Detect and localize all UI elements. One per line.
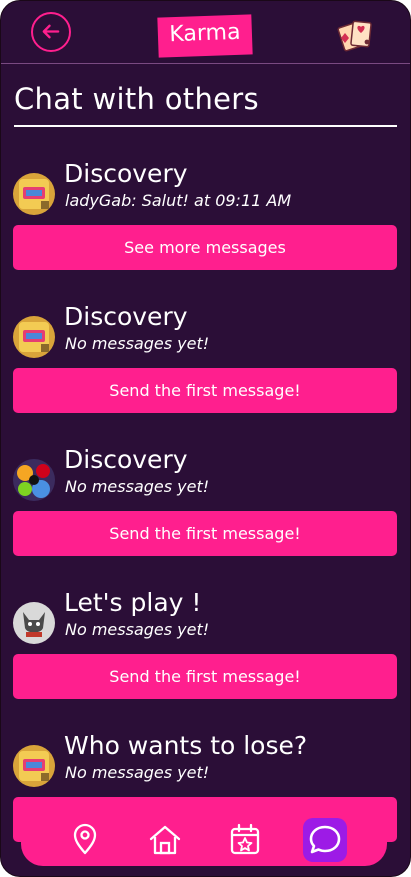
nav-events-button[interactable] xyxy=(223,818,267,862)
back-button[interactable] xyxy=(31,12,71,52)
chat-item: Discovery ladyGab: Salut! at 09:11 AM Se… xyxy=(1,157,410,277)
nav-home-button[interactable] xyxy=(143,818,187,862)
chat-last-message: No messages yet! xyxy=(65,477,210,496)
home-icon xyxy=(149,825,181,855)
bottom-nav xyxy=(21,814,387,866)
chat-last-message: ladyGab: Salut! at 09:11 AM xyxy=(65,191,292,210)
nav-chat-button[interactable] xyxy=(303,818,347,862)
send-first-message-button[interactable]: Send the first message! xyxy=(13,511,397,556)
chat-name: Discovery xyxy=(64,302,188,331)
chat-name: Let's play ! xyxy=(64,588,202,617)
game-box-avatar[interactable] xyxy=(13,745,55,787)
send-first-message-button[interactable]: Send the first message! xyxy=(13,654,397,699)
page-title: Chat with others xyxy=(14,82,259,116)
dog-avatar[interactable] xyxy=(13,602,55,644)
chat-last-message: No messages yet! xyxy=(65,334,210,353)
karma-logo: Karma xyxy=(157,14,253,58)
chat-last-message: No messages yet! xyxy=(65,620,210,639)
chat-item: Let's play ! No messages yet! Send the f… xyxy=(1,586,410,706)
chat-last-message: No messages yet! xyxy=(65,763,210,782)
logo-text: Karma xyxy=(168,19,241,48)
map-pin-icon xyxy=(73,823,97,855)
playing-cards-icon[interactable] xyxy=(337,18,379,52)
send-first-message-button[interactable]: Send the first message! xyxy=(13,368,397,413)
top-bar: Karma xyxy=(1,1,410,64)
see-more-messages-button[interactable]: See more messages xyxy=(13,225,397,270)
chat-name: Who wants to lose? xyxy=(64,731,308,760)
title-divider xyxy=(14,125,397,127)
game-box-avatar[interactable] xyxy=(13,173,55,215)
chat-name: Discovery xyxy=(64,159,188,188)
calendar-star-icon xyxy=(230,823,260,855)
game-box-avatar[interactable] xyxy=(13,316,55,358)
colorful-game-avatar[interactable] xyxy=(13,459,55,501)
arrow-left-circle-icon xyxy=(42,24,60,39)
chat-name: Discovery xyxy=(64,445,188,474)
chat-item: Discovery No messages yet! Send the firs… xyxy=(1,300,410,420)
nav-map-button[interactable] xyxy=(63,818,107,862)
chat-item: Discovery No messages yet! Send the firs… xyxy=(1,443,410,563)
app-screen: Karma Chat with others Discovery ladyGab… xyxy=(0,0,411,877)
chat-bubble-icon xyxy=(309,825,341,854)
